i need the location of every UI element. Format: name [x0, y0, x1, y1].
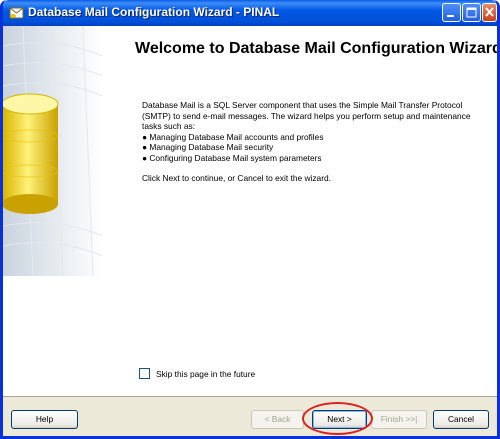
window-title: Database Mail Configuration Wizard - PIN…: [28, 5, 280, 19]
button-bar: Help < Back Next > Finish >>| Cancel: [3, 397, 497, 436]
cancel-button[interactable]: Cancel: [433, 410, 489, 429]
maximize-button[interactable]: [462, 3, 481, 22]
wizard-content: Welcome to Database Mail Configuration W…: [3, 26, 497, 397]
continue-instructions: Click Next to continue, or Cancel to exi…: [142, 173, 331, 183]
wizard-window: Database Mail Configuration Wizard - PIN…: [0, 0, 500, 439]
description-text: Database Mail is a SQL Server component …: [142, 100, 482, 184]
bullet-item: ● Managing Database Mail security: [142, 142, 274, 152]
skip-page-option[interactable]: Skip this page in the future: [139, 368, 255, 379]
back-button[interactable]: < Back: [251, 410, 304, 429]
skip-page-label[interactable]: Skip this page in the future: [156, 369, 255, 379]
skip-page-checkbox[interactable]: [139, 368, 150, 379]
next-button-highlight-ring: [302, 402, 373, 435]
database-graphic: [3, 26, 103, 276]
mail-wizard-icon: [9, 7, 24, 19]
intro-paragraph: Database Mail is a SQL Server component …: [142, 100, 471, 131]
page-title: Welcome to Database Mail Configuration W…: [135, 40, 500, 57]
close-icon: [485, 7, 494, 17]
bullet-item: ● Managing Database Mail accounts and pr…: [142, 131, 324, 142]
minimize-button[interactable]: [442, 3, 461, 22]
close-button[interactable]: [482, 3, 497, 22]
title-bar[interactable]: Database Mail Configuration Wizard - PIN…: [3, 0, 497, 26]
bullet-item: ● Configuring Database Mail system param…: [142, 152, 322, 163]
help-button[interactable]: Help: [11, 410, 78, 429]
minimize-icon: [447, 15, 454, 17]
finish-button[interactable]: Finish >>|: [371, 410, 427, 429]
maximize-icon: [466, 7, 477, 18]
